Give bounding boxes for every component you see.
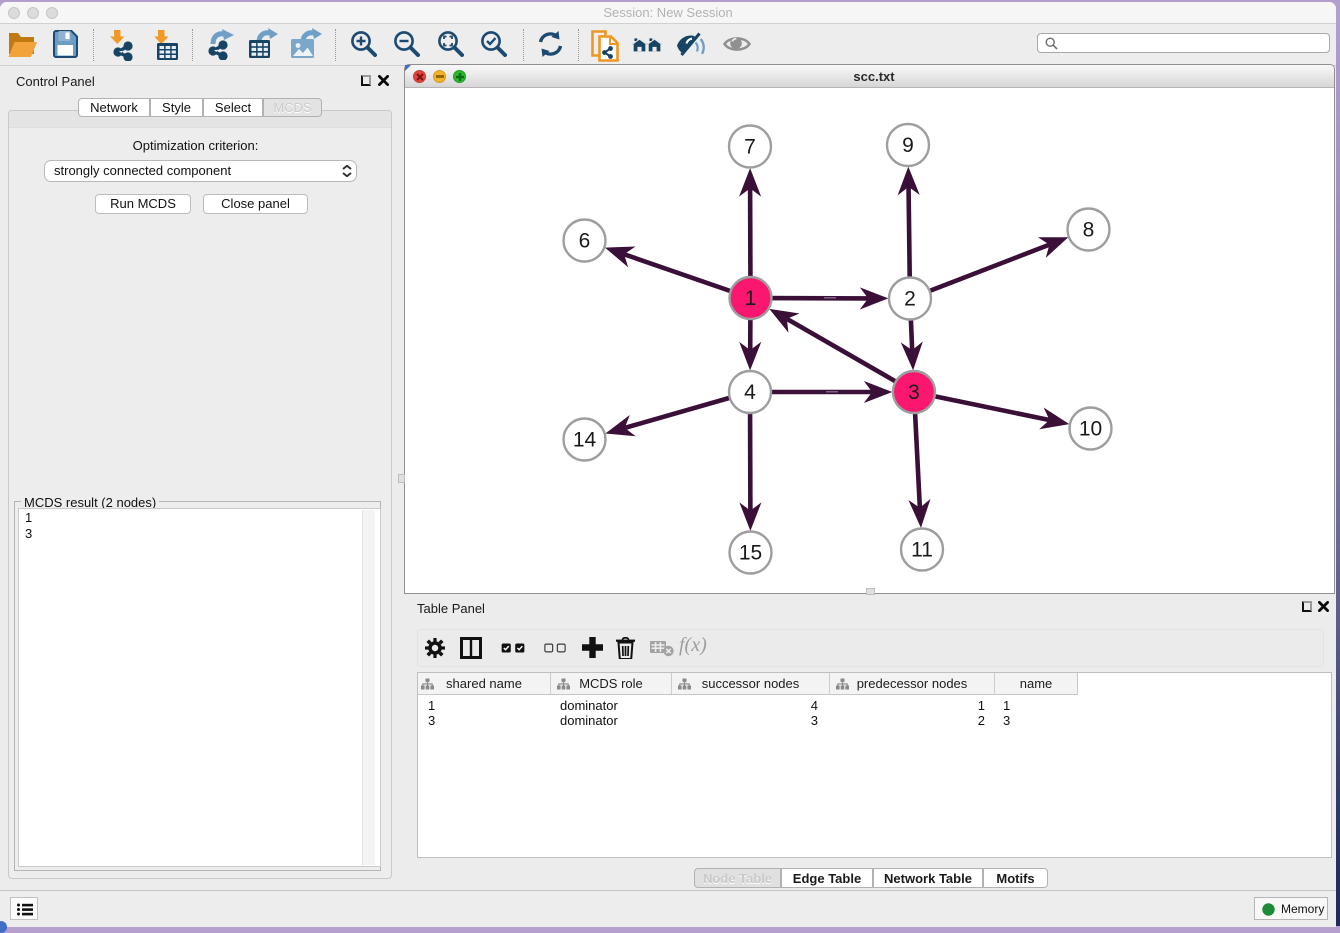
svg-text:6: 6 bbox=[579, 230, 591, 253]
svg-text:14: 14 bbox=[573, 429, 597, 452]
svg-text:3: 3 bbox=[908, 381, 920, 404]
svg-text:2: 2 bbox=[904, 288, 916, 311]
svg-text:11: 11 bbox=[911, 539, 933, 562]
svg-text:8: 8 bbox=[1083, 219, 1095, 242]
svg-text:4: 4 bbox=[744, 381, 756, 404]
svg-text:7: 7 bbox=[744, 136, 756, 159]
svg-text:9: 9 bbox=[902, 134, 914, 157]
svg-text:1: 1 bbox=[745, 287, 757, 310]
svg-text:10: 10 bbox=[1079, 418, 1102, 441]
svg-text:15: 15 bbox=[739, 542, 762, 565]
